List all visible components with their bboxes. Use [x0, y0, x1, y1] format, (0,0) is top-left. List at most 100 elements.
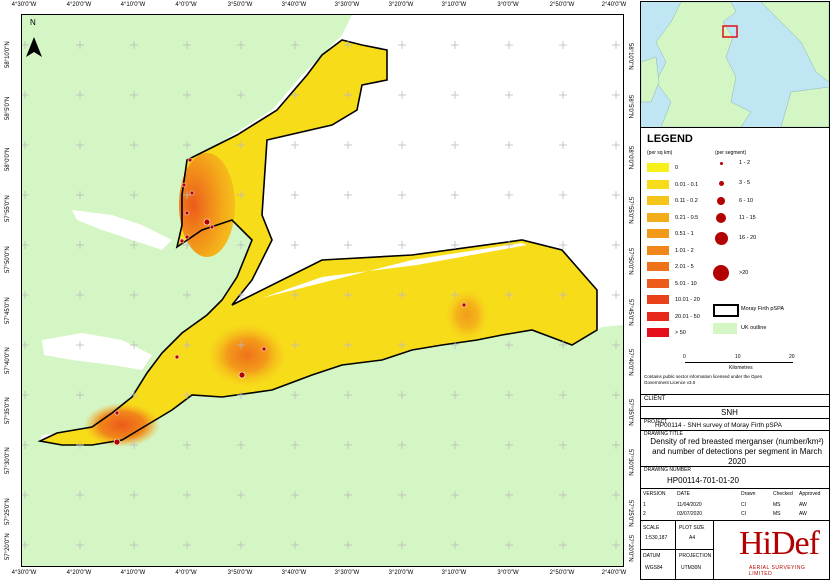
longitude-tick-top: 2°50'0"W	[549, 2, 575, 8]
revision-cell: 2	[643, 511, 646, 517]
revision-header: Checked	[773, 491, 793, 497]
density-swatch	[647, 179, 669, 189]
latitude-tick-right: 58°0'0"N	[627, 146, 633, 170]
longitude-tick-bottom: 3°20'0"W	[388, 570, 414, 576]
segment-header: (per segment)	[715, 150, 747, 156]
detection-dot	[203, 218, 211, 226]
client-value: SNH	[721, 408, 738, 417]
detection-dot	[113, 438, 121, 446]
revision-cell: CI	[741, 502, 746, 508]
revision-cell: 1	[643, 502, 646, 508]
latitude-tick-left: 58°5'0"N	[5, 96, 11, 120]
density-swatch	[647, 278, 669, 288]
detection-dot	[114, 410, 120, 416]
drawing-number: HP00114-701-01-20	[667, 476, 739, 485]
revision-table: VERSION DATE Drawn Checked Approved 1 11/04/20…	[640, 488, 830, 522]
plot-value: A4	[689, 535, 696, 541]
segment-dot-symbol	[713, 265, 729, 281]
hidef-logo: HiDef	[739, 525, 820, 562]
segment-class-label: 1 - 2	[739, 160, 751, 166]
segment-dot-symbol	[717, 197, 725, 205]
revision-header: Drawn	[741, 491, 756, 497]
number-block: DRAWING NUMBER HP00114-701-01-20	[640, 466, 830, 490]
hidef-subtitle: AERIAL SURVEYING LIMITED	[749, 565, 806, 577]
latitude-tick-left: 57°30'0"N	[5, 447, 11, 474]
longitude-tick-top: 3°10'0"W	[441, 2, 467, 8]
density-label: 0.51 - 1	[675, 231, 694, 237]
detection-dot	[187, 157, 193, 163]
density-label: > 50	[675, 330, 686, 336]
plot-label: PLOT SIZE	[679, 525, 705, 531]
latitude-tick-left: 57°25'0"N	[5, 498, 11, 525]
latitude-tick-left: 58°10'0"N	[5, 41, 11, 68]
longitude-tick-bottom: 3°40'0"W	[281, 570, 307, 576]
density-label: 5.01 - 10	[675, 280, 697, 287]
segment-class-label: 16 - 20	[739, 235, 757, 241]
datum-label: DATUM	[643, 553, 661, 559]
revision-cell: 03/07/2020	[677, 511, 703, 517]
project-value: HP00114 - SNH survey of Moray Firth pSPA	[655, 422, 782, 429]
pspa-label: Moray Firth pSPA	[741, 306, 784, 312]
drawing-title: Density of red breasted merganser (numbe…	[650, 437, 824, 466]
longitude-tick-bottom: 3°0'0"W	[497, 570, 519, 576]
latitude-tick-right: 57°20'0"N	[627, 535, 633, 562]
longitude-tick-top: 3°40'0"W	[281, 2, 307, 8]
longitude-tick-top: 4°10'0"W	[120, 2, 146, 8]
longitude-tick-bottom: 4°10'0"W	[120, 570, 146, 576]
segment-dot-symbol	[718, 180, 724, 186]
latitude-tick-right: 57°35'0"N	[627, 399, 633, 426]
map-canvas	[21, 14, 624, 567]
longitude-tick-top: 4°0'0"W	[175, 2, 197, 8]
longitude-tick-bottom: 2°40'0"W	[601, 570, 627, 576]
licence-text: Contains public sector information licen…	[644, 374, 763, 385]
detection-dot	[184, 234, 190, 240]
density-swatch	[647, 212, 669, 222]
title-block: DRAWING TITLE Density of red breasted me…	[640, 430, 830, 468]
scale-tick-10: 10	[735, 354, 741, 360]
latitude-tick-left: 57°55'0"N	[5, 195, 11, 222]
footer-block: SCALE 1:530,187 PLOT SIZE A4 DATUM WGS84…	[640, 520, 830, 580]
number-label: DRAWING NUMBER	[644, 467, 692, 473]
uk-label: UK outline	[741, 325, 767, 331]
density-swatch	[647, 295, 669, 304]
revision-cell: CI	[741, 511, 746, 517]
revision-header: DATE	[677, 491, 690, 497]
detection-dot	[189, 190, 195, 196]
longitude-tick-top: 4°30'0"W	[11, 2, 37, 8]
latitude-tick-right: 58°10'0"N	[627, 43, 633, 70]
density-label: 0	[675, 165, 679, 171]
density-header: (per sq km)	[647, 150, 673, 156]
detection-dot	[461, 302, 467, 308]
density-swatch	[647, 196, 669, 205]
density-swatch	[647, 245, 669, 255]
inset-map	[640, 1, 830, 128]
latitude-tick-right: 57°30'0"N	[627, 449, 633, 476]
longitude-tick-top: 3°20'0"W	[388, 2, 414, 8]
scale-bar	[685, 362, 793, 363]
longitude-tick-top: 4°20'0"W	[66, 2, 92, 8]
hotspot-mid	[207, 323, 287, 387]
density-label: 0.11 - 0.2	[675, 198, 698, 204]
latitude-tick-right: 57°45'0"N	[627, 299, 633, 326]
detection-dot	[261, 346, 267, 352]
segment-class-label: 3 - 5	[739, 180, 751, 186]
pspa-swatch	[713, 304, 739, 317]
legend-title: LEGEND	[647, 133, 693, 145]
north-label: N	[30, 18, 36, 27]
longitude-tick-bottom: 4°20'0"W	[66, 570, 92, 576]
longitude-tick-bottom: 4°30'0"W	[11, 570, 37, 576]
detection-dot	[181, 182, 187, 188]
scale-value: 1:530,187	[645, 535, 668, 541]
uk-swatch	[713, 323, 737, 334]
longitude-tick-bottom: 3°30'0"W	[334, 570, 360, 576]
density-label: 20.01 - 50	[675, 313, 700, 320]
longitude-tick-bottom: 3°10'0"W	[441, 570, 467, 576]
revision-cell: MS	[773, 502, 781, 508]
latitude-tick-right: 58°5'0"N	[627, 95, 633, 119]
density-label: 2.01 - 5	[675, 264, 694, 270]
inset-svg	[641, 2, 829, 127]
segment-class-label: 6 - 10	[739, 198, 754, 204]
detection-dot	[179, 238, 185, 244]
longitude-tick-bottom: 3°50'0"W	[227, 570, 253, 576]
density-swatch	[647, 229, 669, 238]
